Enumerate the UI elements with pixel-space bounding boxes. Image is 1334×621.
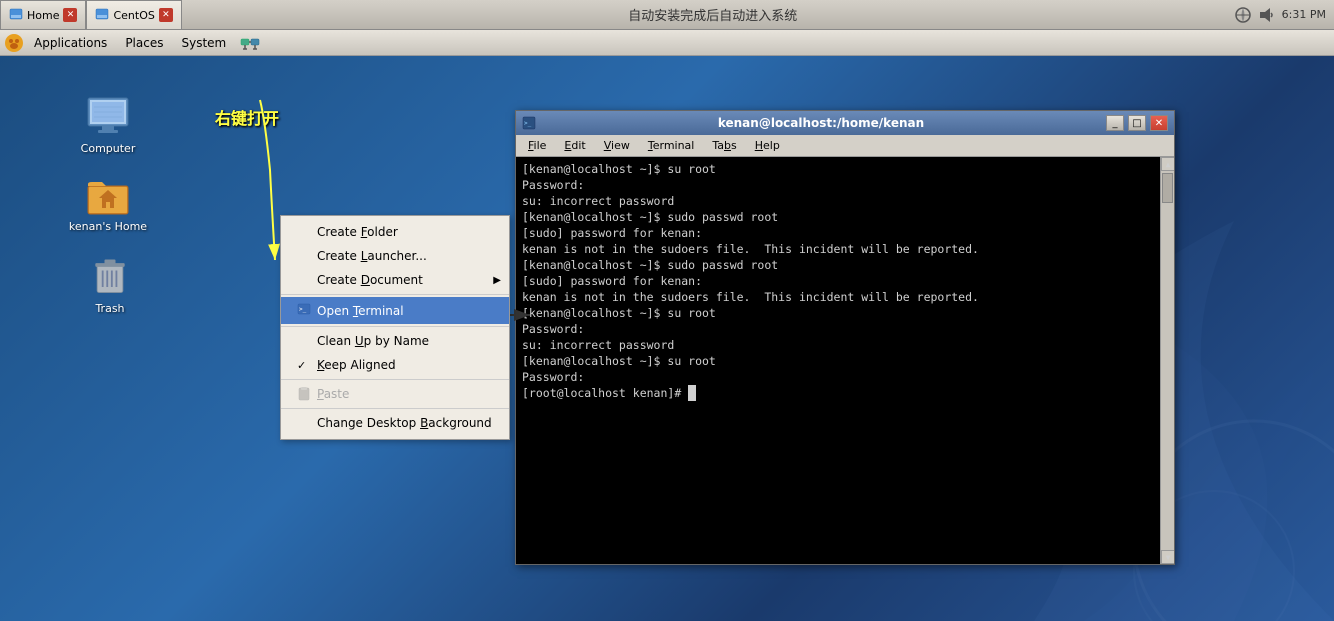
- terminal-titlebar: >_ kenan@localhost:/home/kenan _ □ ✕: [516, 111, 1174, 135]
- home-tab-icon: [9, 8, 23, 22]
- trash-icon-svg: [88, 254, 132, 298]
- scrollbar-up-btn[interactable]: ▲: [1161, 157, 1174, 171]
- terminal-menu-terminal[interactable]: Terminal: [640, 137, 703, 154]
- terminal-menubar: File Edit View Terminal Tabs Help: [516, 135, 1174, 157]
- terminal-scrollbar[interactable]: ▲ ▼: [1160, 157, 1174, 564]
- terminal-maximize-btn[interactable]: □: [1128, 115, 1146, 131]
- terminal-line-9: kenan is not in the sudoers file. This i…: [522, 289, 1168, 305]
- terminal-line-12: su: incorrect password: [522, 337, 1168, 353]
- home-tab-label: Home: [27, 9, 59, 22]
- terminal-menu-view[interactable]: View: [596, 137, 638, 154]
- centos-tab-icon: [95, 8, 109, 22]
- context-menu-keep-aligned[interactable]: ✓ Keep Aligned: [281, 353, 509, 377]
- svg-text:>_: >_: [524, 120, 532, 127]
- computer-icon: [84, 92, 132, 140]
- terminal-menu-edit[interactable]: Edit: [556, 137, 593, 154]
- desktop-icon-home[interactable]: kenan's Home: [68, 170, 148, 233]
- network-mgr-icon: [240, 33, 262, 53]
- context-menu-create-launcher[interactable]: Create Launcher...: [281, 244, 509, 268]
- terminal-line-6: kenan is not in the sudoers file. This i…: [522, 241, 1168, 257]
- home-tab-close[interactable]: ✕: [63, 8, 77, 22]
- computer-label: Computer: [68, 142, 148, 155]
- network-icon: [1234, 6, 1252, 24]
- context-menu-sep4: [281, 408, 509, 409]
- taskbar-tab-centos[interactable]: CentOS ✕: [86, 0, 181, 29]
- taskbar-tab-home[interactable]: Home ✕: [0, 0, 86, 29]
- centos-tab-label: CentOS: [113, 9, 154, 22]
- paste-icon: [297, 387, 311, 401]
- scrollbar-track[interactable]: [1161, 171, 1174, 550]
- terminal-line-3: su: incorrect password: [522, 193, 1168, 209]
- terminal-line-11: Password:: [522, 321, 1168, 337]
- home-label: kenan's Home: [68, 220, 148, 233]
- terminal-line-13: [kenan@localhost ~]$ su root: [522, 353, 1168, 369]
- context-menu-sep3: [281, 379, 509, 380]
- desktop: Home ✕ CentOS ✕ 自动安装完成后自动进入系统: [0, 0, 1334, 621]
- terminal-icon: >_: [297, 302, 311, 316]
- trash-icon: [86, 252, 134, 300]
- scrollbar-down-btn[interactable]: ▼: [1161, 550, 1174, 564]
- desktop-icon-trash[interactable]: Trash: [70, 252, 150, 315]
- menubar-places[interactable]: Places: [117, 34, 171, 52]
- context-menu-change-bg[interactable]: Change Desktop Background: [281, 411, 509, 435]
- context-menu-cleanup[interactable]: Clean Up by Name: [281, 329, 509, 353]
- context-menu-sep1: [281, 294, 509, 295]
- trash-label: Trash: [70, 302, 150, 315]
- terminal-line-5: [sudo] password for kenan:: [522, 225, 1168, 241]
- menubar-system[interactable]: System: [173, 34, 234, 52]
- terminal-window: >_ kenan@localhost:/home/kenan _ □ ✕ Fil…: [515, 110, 1175, 565]
- terminal-content[interactable]: [kenan@localhost ~]$ su root Password: s…: [516, 157, 1174, 564]
- centos-tab-close[interactable]: ✕: [159, 8, 173, 22]
- context-menu-create-document[interactable]: Create Document ▶: [281, 268, 509, 292]
- terminal-line-4: [kenan@localhost ~]$ sudo passwd root: [522, 209, 1168, 225]
- volume-icon: [1258, 6, 1276, 24]
- scrollbar-thumb[interactable]: [1162, 173, 1173, 203]
- context-menu-open-terminal[interactable]: >_ Open Terminal: [281, 297, 509, 324]
- terminal-menu-file[interactable]: File: [520, 137, 554, 154]
- desktop-icon-computer[interactable]: Computer: [68, 92, 148, 155]
- terminal-line-2: Password:: [522, 177, 1168, 193]
- context-menu: Create Folder Create Launcher... Create …: [280, 215, 510, 440]
- gnome-icon[interactable]: [4, 33, 24, 53]
- computer-icon-svg: [84, 92, 132, 140]
- taskbar: Home ✕ CentOS ✕ 自动安装完成后自动进入系统: [0, 0, 1334, 30]
- terminal-title-icon: >_: [522, 116, 536, 130]
- context-menu-paste: Paste: [281, 382, 509, 406]
- menubar: Applications Places System: [0, 30, 1334, 56]
- terminal-line-8: [sudo] password for kenan:: [522, 273, 1168, 289]
- taskbar-title: 自动安装完成后自动进入系统: [192, 5, 1234, 24]
- terminal-line-7: [kenan@localhost ~]$ sudo passwd root: [522, 257, 1168, 273]
- terminal-minimize-btn[interactable]: _: [1106, 115, 1124, 131]
- context-menu-sep2: [281, 326, 509, 327]
- clock: 6:31 PM: [1282, 8, 1326, 21]
- taskbar-tabs: Home ✕ CentOS ✕: [0, 0, 182, 29]
- terminal-line-14: Password:: [522, 369, 1168, 385]
- terminal-menu-tabs[interactable]: Tabs: [704, 137, 744, 154]
- terminal-close-btn[interactable]: ✕: [1150, 115, 1168, 131]
- taskbar-right: 6:31 PM: [1234, 6, 1334, 24]
- menubar-applications[interactable]: Applications: [26, 34, 115, 52]
- context-menu-create-folder[interactable]: Create Folder: [281, 220, 509, 244]
- home-icon-svg: [84, 170, 132, 218]
- home-icon: [84, 170, 132, 218]
- terminal-line-15: [root@localhost kenan]#: [522, 385, 1168, 401]
- terminal-menu-help[interactable]: Help: [747, 137, 788, 154]
- terminal-line-1: [kenan@localhost ~]$ su root: [522, 161, 1168, 177]
- terminal-line-10: [kenan@localhost ~]$ su root: [522, 305, 1168, 321]
- terminal-title: kenan@localhost:/home/kenan: [540, 116, 1102, 130]
- svg-text:>_: >_: [299, 306, 307, 313]
